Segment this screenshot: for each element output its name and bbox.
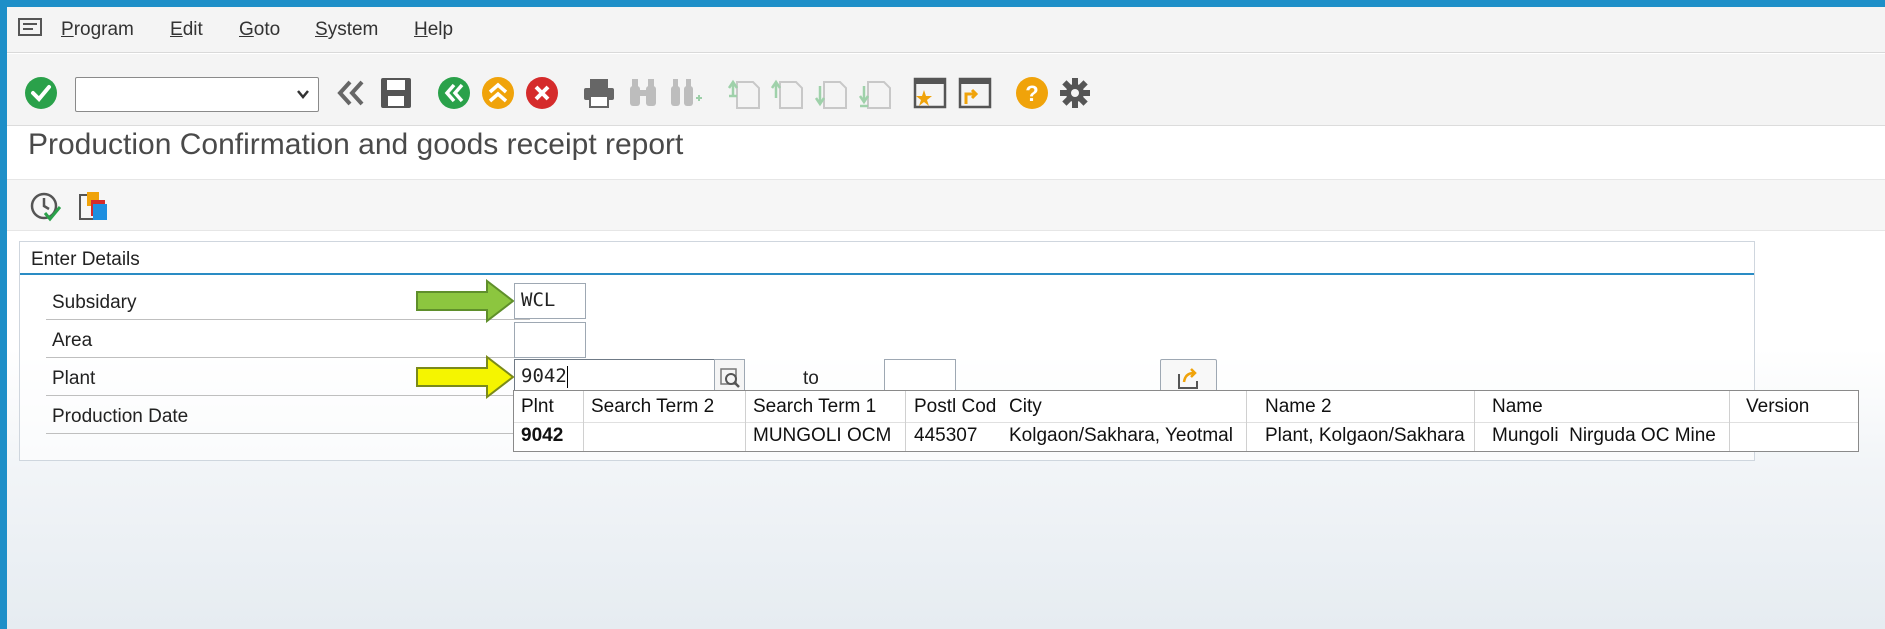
column-header-search-term-1[interactable]: Search Term 1	[753, 396, 876, 418]
column-header-name-2[interactable]: Name 2	[1265, 396, 1332, 418]
search-help-icon	[720, 368, 740, 388]
plant-label: Plant	[52, 368, 96, 389]
next-page-icon[interactable]	[814, 76, 848, 110]
column-header-city[interactable]: City	[1009, 396, 1042, 418]
green-arrow-annotation	[416, 279, 515, 323]
menu-system-mnemonic: S	[315, 19, 328, 40]
cell-name: Mungoli Nirguda OC Mine	[1492, 425, 1716, 446]
find-next-icon[interactable]	[669, 76, 703, 110]
settings-gear-icon[interactable]	[1058, 76, 1092, 110]
column-header-postal-code[interactable]: Postl Cod	[914, 396, 996, 418]
column-header-search-term-2[interactable]: Search Term 2	[591, 396, 714, 418]
print-icon[interactable]	[582, 76, 616, 110]
menu-goto[interactable]: Goto	[239, 19, 280, 41]
chevron-down-icon[interactable]	[296, 87, 310, 101]
previous-page-icon[interactable]	[770, 76, 804, 110]
first-page-icon[interactable]	[727, 76, 761, 110]
subsidary-input-value: WCL	[521, 289, 556, 311]
multiple-selection-icon	[1178, 368, 1198, 389]
cell-postal-code: 445307	[914, 425, 978, 446]
menu-goto-mnemonic: G	[239, 19, 254, 40]
yellow-arrow-annotation	[416, 355, 515, 399]
last-page-icon[interactable]	[858, 76, 892, 110]
standard-toolbar: ?	[7, 54, 1885, 126]
plant-to-label: to	[803, 368, 819, 389]
menu-icon[interactable]	[18, 18, 42, 36]
menu-help[interactable]: Help	[414, 19, 453, 41]
enter-check-icon[interactable]	[24, 76, 58, 110]
subsidary-input[interactable]: WCL	[514, 283, 586, 319]
menu-program[interactable]: Program	[61, 19, 134, 41]
subsidary-label: Subsidary	[52, 292, 137, 313]
cell-name-2: Plant, Kolgaon/Sakhara	[1265, 425, 1465, 446]
page-title: Production Confirmation and goods receip…	[28, 128, 684, 161]
command-field[interactable]	[75, 77, 319, 112]
svg-text:?: ?	[1025, 81, 1038, 106]
shortcut-icon[interactable]	[958, 76, 992, 110]
cancel-icon[interactable]	[525, 76, 559, 110]
cell-search-term-1: MUNGOLI OCM	[753, 425, 892, 446]
sap-window: Program Edit Goto System Help ? Producti…	[7, 7, 1885, 629]
menu-system-label: ystem	[327, 19, 379, 40]
back-icon[interactable]	[437, 76, 471, 110]
menu-bar: Program Edit Goto System Help	[7, 7, 1885, 53]
table-row[interactable]: 9042 MUNGOLI OCM 445307 Kolgaon/Sakhara,…	[514, 423, 1858, 451]
menu-system[interactable]: System	[315, 19, 378, 41]
application-toolbar	[7, 179, 1885, 231]
menu-program-mnemonic: P	[61, 19, 74, 40]
back-double-icon[interactable]	[334, 76, 368, 110]
plant-search-help-list: Plnt Search Term 2 Search Term 1 Postl C…	[513, 390, 1859, 452]
menu-edit[interactable]: Edit	[170, 19, 203, 41]
create-session-icon[interactable]	[913, 76, 947, 110]
menu-edit-label: dit	[182, 19, 203, 40]
menu-program-label: rogram	[73, 19, 134, 40]
help-icon[interactable]: ?	[1015, 76, 1049, 110]
menu-goto-label: oto	[253, 19, 281, 40]
area-label: Area	[52, 330, 93, 351]
production-date-label: Production Date	[52, 406, 189, 427]
save-icon[interactable]	[379, 76, 413, 110]
area-input[interactable]	[514, 322, 586, 358]
column-header-name[interactable]: Name	[1492, 396, 1543, 418]
column-header-plnt[interactable]: Plnt	[521, 396, 554, 418]
get-variant-icon[interactable]	[77, 190, 111, 224]
group-divider	[20, 273, 1754, 275]
exit-icon[interactable]	[481, 76, 515, 110]
group-title: Enter Details	[31, 249, 140, 270]
column-header-version[interactable]: Version	[1746, 396, 1809, 418]
text-cursor	[566, 365, 568, 388]
menu-edit-mnemonic: E	[170, 19, 183, 40]
production-date-underline	[46, 433, 530, 434]
plant-from-value: 9042	[521, 365, 567, 387]
cell-plnt: 9042	[521, 425, 564, 446]
menu-help-label: elp	[427, 19, 454, 40]
execute-icon[interactable]	[29, 191, 61, 223]
cell-city: Kolgaon/Sakhara, Yeotmal	[1009, 425, 1233, 446]
find-icon[interactable]	[626, 76, 660, 110]
menu-help-mnemonic: H	[414, 19, 428, 40]
